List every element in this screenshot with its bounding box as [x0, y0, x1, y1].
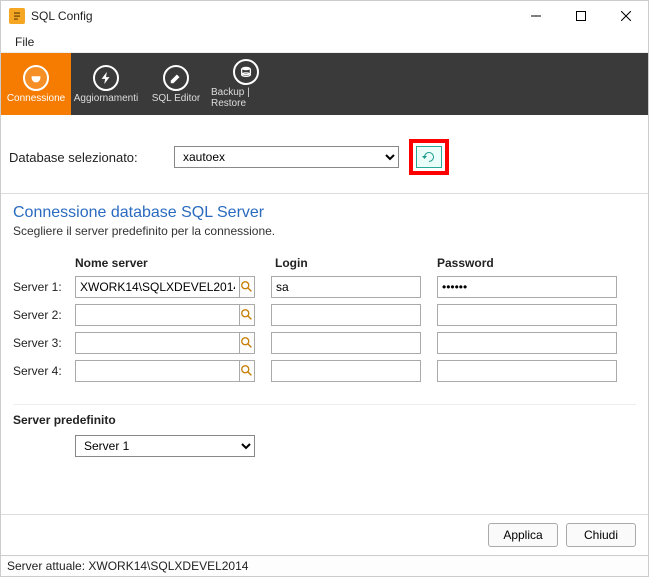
server-name-input-3[interactable] [75, 332, 239, 354]
col-header-login: Login [271, 256, 437, 270]
disks-icon [233, 59, 259, 85]
server-lookup-button-4[interactable] [239, 360, 255, 382]
refresh-icon [421, 149, 437, 165]
login-input-4[interactable] [271, 360, 421, 382]
window-title: SQL Config [31, 9, 93, 23]
col-header-name: Nome server [75, 256, 271, 270]
server-grid: Nome server Login Password Server 1: [1, 242, 648, 396]
password-input-2[interactable] [437, 304, 617, 326]
ribbon-sql-editor[interactable]: SQL Editor [141, 53, 211, 115]
ribbon: Connessione Aggiornamenti SQL Editor Bac… [1, 53, 648, 115]
ribbon-label: Aggiornamenti [74, 93, 138, 104]
server-row-label: Server 1: [13, 280, 75, 294]
close-button[interactable] [603, 1, 648, 31]
server-row-label: Server 4: [13, 364, 75, 378]
refresh-button[interactable] [416, 146, 442, 168]
magnifier-icon [240, 280, 254, 294]
col-header-password: Password [437, 256, 617, 270]
app-icon [9, 8, 25, 24]
bolt-icon [93, 65, 119, 91]
status-text: Server attuale: XWORK14\SQLXDEVEL2014 [7, 559, 248, 573]
section-subtitle: Scegliere il server predefinito per la c… [13, 224, 636, 238]
close-dialog-button[interactable]: Chiudi [566, 523, 636, 547]
server-name-input-4[interactable] [75, 360, 239, 382]
server-lookup-button-3[interactable] [239, 332, 255, 354]
default-server-section: Server predefinito Server 1 [1, 396, 648, 465]
database-select[interactable]: xautoex [174, 146, 399, 168]
magnifier-icon [240, 308, 254, 322]
footer: Applica Chiudi [1, 514, 648, 555]
section-header: Connessione database SQL Server Sceglier… [1, 193, 648, 242]
ribbon-backup-restore[interactable]: Backup | Restore [211, 53, 281, 115]
plug-icon [23, 65, 49, 91]
server-row-1: Server 1: [13, 276, 636, 298]
server-lookup-button-2[interactable] [239, 304, 255, 326]
section-title: Connessione database SQL Server [13, 204, 636, 222]
server-row-2: Server 2: [13, 304, 636, 326]
default-server-label: Server predefinito [13, 404, 636, 427]
ribbon-label: SQL Editor [152, 93, 201, 104]
highlight-box [409, 139, 449, 175]
ribbon-connessione[interactable]: Connessione [1, 53, 71, 115]
password-input-3[interactable] [437, 332, 617, 354]
menu-file[interactable]: File [9, 33, 40, 51]
database-label: Database selezionato: [9, 150, 164, 165]
statusbar: Server attuale: XWORK14\SQLXDEVEL2014 [1, 555, 648, 576]
server-row-label: Server 2: [13, 308, 75, 322]
content: Database selezionato: xautoex Connession… [1, 115, 648, 576]
magnifier-icon [240, 364, 254, 378]
password-input-4[interactable] [437, 360, 617, 382]
login-input-3[interactable] [271, 332, 421, 354]
maximize-button[interactable] [558, 1, 603, 31]
login-input-2[interactable] [271, 304, 421, 326]
menubar: File [1, 31, 648, 53]
app-window: SQL Config File Connessione Aggiornament… [0, 0, 649, 577]
server-row-label: Server 3: [13, 336, 75, 350]
pencil-icon [163, 65, 189, 91]
server-name-input-2[interactable] [75, 304, 239, 326]
minimize-button[interactable] [513, 1, 558, 31]
apply-button[interactable]: Applica [488, 523, 558, 547]
login-input-1[interactable] [271, 276, 421, 298]
magnifier-icon [240, 336, 254, 350]
default-server-select[interactable]: Server 1 [75, 435, 255, 457]
ribbon-label: Backup | Restore [211, 87, 281, 109]
server-lookup-button-1[interactable] [239, 276, 255, 298]
password-input-1[interactable] [437, 276, 617, 298]
server-row-4: Server 4: [13, 360, 636, 382]
server-name-input-1[interactable] [75, 276, 239, 298]
ribbon-label: Connessione [7, 93, 65, 104]
database-row: Database selezionato: xautoex [1, 115, 648, 193]
server-row-3: Server 3: [13, 332, 636, 354]
titlebar: SQL Config [1, 1, 648, 31]
ribbon-aggiornamenti[interactable]: Aggiornamenti [71, 53, 141, 115]
